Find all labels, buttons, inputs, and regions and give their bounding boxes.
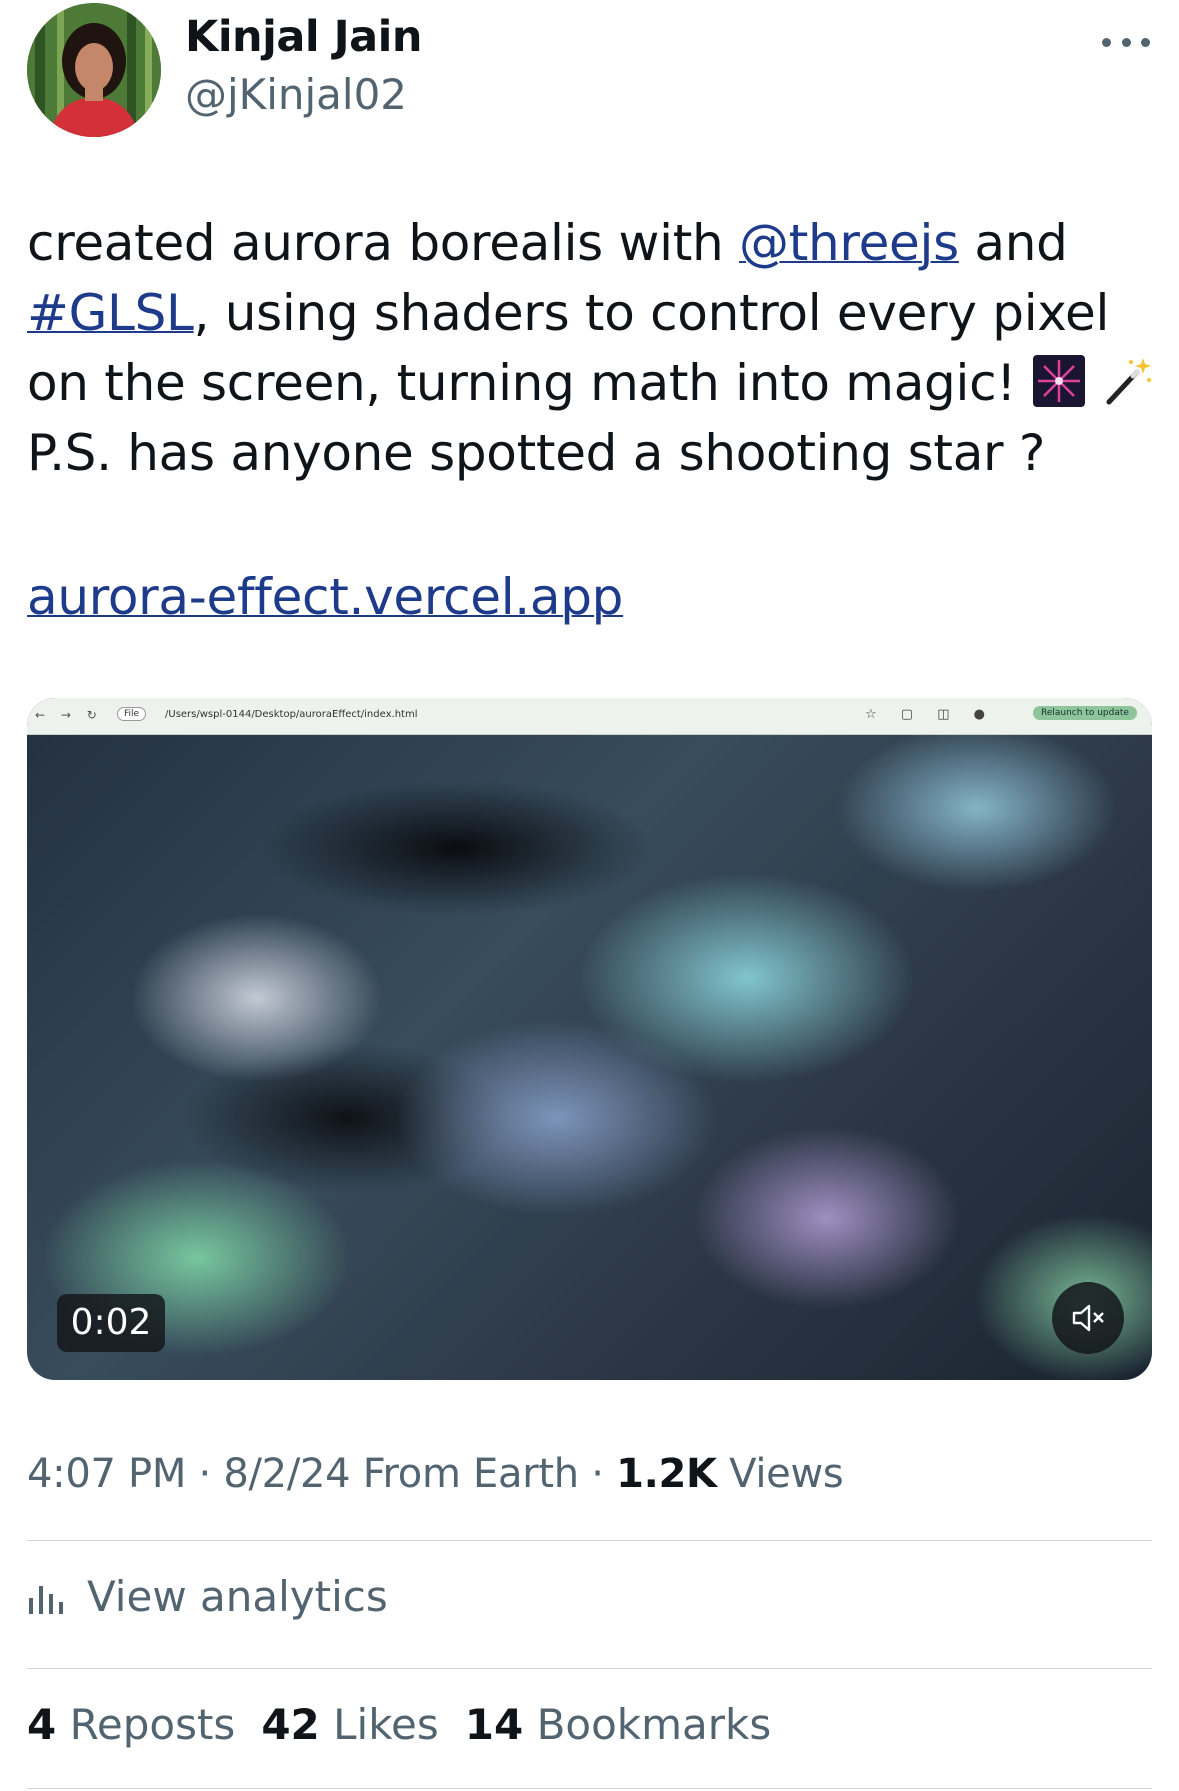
bookmarks-count: 14 [464, 1700, 524, 1749]
reposts-stat[interactable]: 4 Reposts [27, 1700, 235, 1749]
video-timer: 0:02 [57, 1294, 165, 1352]
browser-nav-icons: ← → ↻ [35, 708, 103, 722]
tweet-text: created aurora borealis with @threejs an… [27, 208, 1157, 488]
browser-url: /Users/wspl-0144/Desktop/auroraEffect/in… [165, 709, 418, 720]
video-player[interactable]: ← → ↻ File /Users/wspl-0144/Desktop/auro… [27, 698, 1152, 1380]
tweet-time[interactable]: 4:07 PM [27, 1451, 186, 1497]
view-analytics-label: View analytics [87, 1572, 388, 1621]
author-name[interactable]: Kinjal Jain [185, 12, 423, 62]
author-handle[interactable]: @jKinjal02 [185, 70, 407, 119]
mention-link[interactable]: @threejs [739, 214, 959, 272]
tweet-meta: 4:07 PM · 8/2/24 From Earth · 1.2K Views [27, 1451, 844, 1497]
meta-separator: · [198, 1451, 212, 1497]
view-analytics-button[interactable]: View analytics [27, 1572, 388, 1621]
browser-toolbar-icons: ☆ ▢ ◫ ● [865, 707, 995, 722]
external-link[interactable]: aurora-effect.vercel.app [27, 562, 623, 632]
engagement-stats: 4 Reposts 42 Likes 14 Bookmarks [27, 1700, 797, 1749]
bookmarks-label: Bookmarks [536, 1700, 772, 1749]
tweet-date[interactable]: 8/2/24 [223, 1451, 350, 1497]
divider [27, 1540, 1152, 1541]
views-label: Views [729, 1451, 844, 1497]
fireworks-emoji-icon [1032, 355, 1085, 407]
divider [27, 1668, 1152, 1669]
likes-count: 42 [261, 1700, 320, 1749]
likes-label: Likes [333, 1700, 439, 1749]
hashtag-link[interactable]: #GLSL [27, 284, 194, 342]
tweet-source: From Earth [362, 1451, 579, 1497]
magic-wand-emoji-icon [1106, 358, 1152, 405]
divider [27, 1788, 1152, 1789]
video-browser-bar: ← → ↻ File /Users/wspl-0144/Desktop/auro… [27, 698, 1152, 735]
avatar[interactable] [27, 3, 161, 137]
bookmarks-stat[interactable]: 14 Bookmarks [465, 1700, 771, 1749]
tweet-text-part: created aurora borealis with [27, 214, 740, 272]
analytics-icon [29, 1585, 63, 1614]
reposts-label: Reposts [69, 1700, 236, 1749]
tweet-text-part: and [958, 214, 1068, 272]
likes-stat[interactable]: 42 Likes [261, 1700, 438, 1749]
views-count: 1.2K [616, 1451, 717, 1497]
browser-file-chip: File [117, 707, 147, 721]
meta-separator: · [591, 1451, 604, 1497]
browser-relaunch-badge: Relaunch to update [1033, 706, 1137, 720]
tweet-header: Kinjal Jain @jKinjal02 [0, 0, 1179, 150]
more-options-icon[interactable] [1102, 22, 1150, 62]
tweet-text-part: P.S. has anyone spotted a shooting star … [27, 424, 1046, 482]
volume-muted-icon[interactable] [1052, 1282, 1124, 1354]
reposts-count: 4 [27, 1700, 57, 1749]
